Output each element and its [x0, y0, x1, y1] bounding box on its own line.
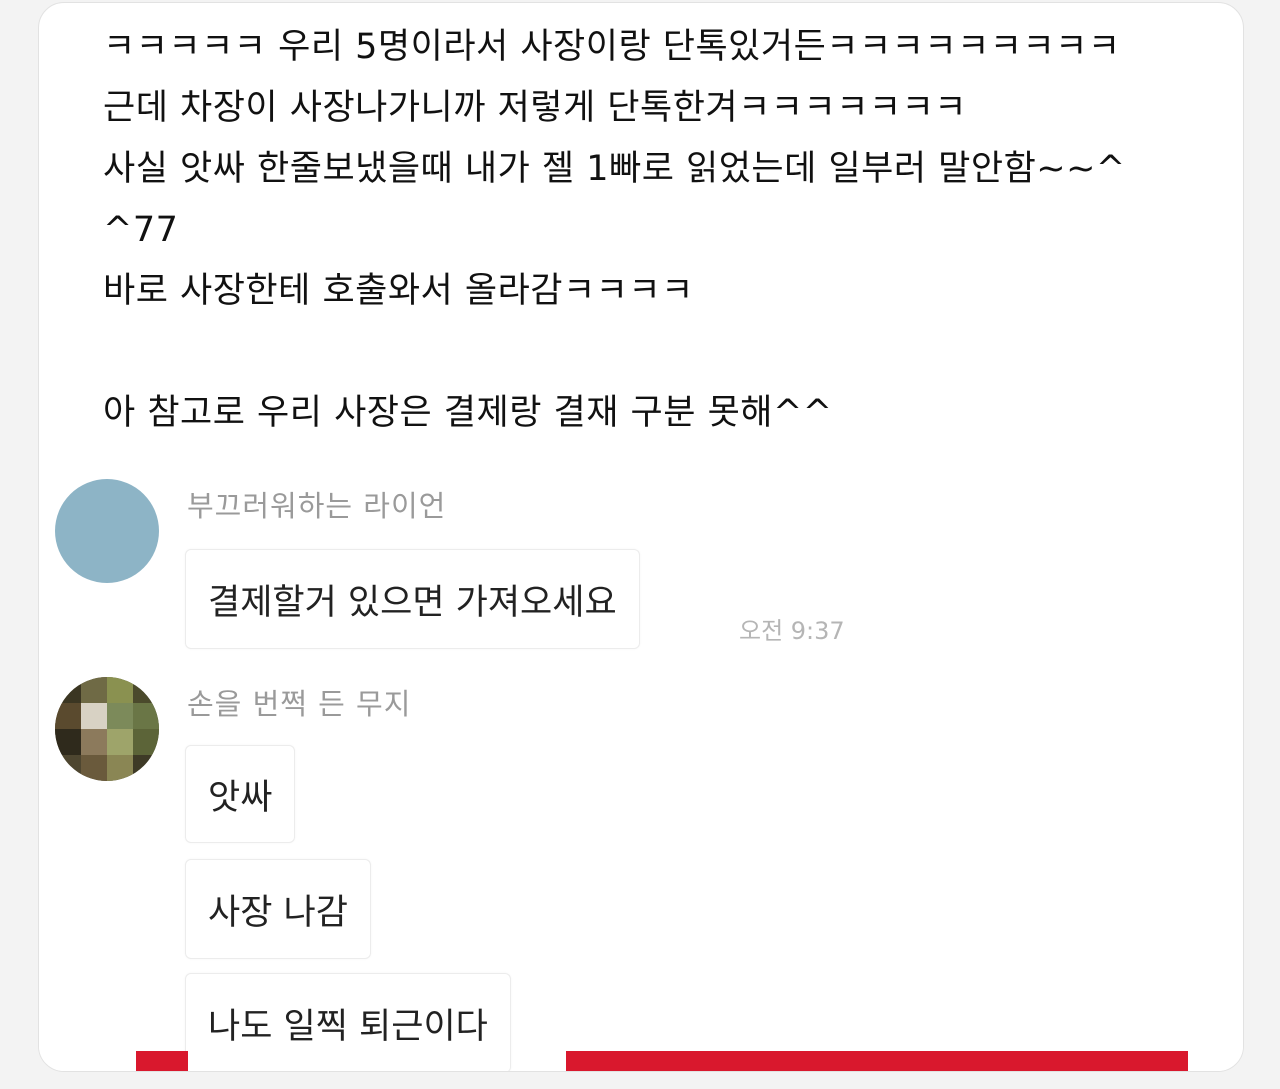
post-line: 바로 사장한테 호출와서 올라감ㅋㅋㅋㅋ: [103, 271, 694, 311]
chat-bubble: 결제할거 있으면 가져오세요: [185, 549, 640, 649]
chat-bubble: 사장 나감: [185, 859, 371, 959]
post-line: 아 참고로 우리 사장은 결제랑 결재 구분 못해^^: [103, 393, 833, 433]
chat-bubble: 앗싸: [185, 745, 296, 843]
post-line: ㅋㅋㅋㅋㅋ 우리 5명이라서 사장이랑 단톡있거든ㅋㅋㅋㅋㅋㅋㅋㅋㅋ: [103, 27, 1121, 67]
chat-bubble-text: 앗싸: [208, 777, 273, 818]
chat-bubble-text: 결제할거 있으면 가져오세요: [208, 582, 617, 623]
chat-bubble: 나도 일찍 퇴근이다: [185, 973, 511, 1071]
avatar: [55, 479, 159, 583]
chat-screenshot: 부끄러워하는 라이언 결제할거 있으면 가져오세요 오전 9:37 손을 번쩍 …: [39, 463, 1243, 1071]
sender-name: 부끄러워하는 라이언: [187, 489, 447, 523]
chat-bubble-text: 사장 나감: [208, 892, 348, 933]
post-line: ^77: [103, 210, 179, 250]
message-timestamp: 오전 9:37: [739, 617, 845, 645]
avatar: [55, 677, 159, 781]
post-body: ㅋㅋㅋㅋㅋ 우리 5명이라서 사장이랑 단톡있거든ㅋㅋㅋㅋㅋㅋㅋㅋㅋ 근데 차장…: [103, 17, 1223, 444]
red-accent-bar: [566, 1051, 1188, 1071]
post-line: 근데 차장이 사장나가니까 저렇게 단톡한겨ㅋㅋㅋㅋㅋㅋㅋ: [103, 88, 968, 128]
chat-bubble-text: 나도 일찍 퇴근이다: [208, 1006, 488, 1047]
sender-name: 손을 번쩍 든 무지: [187, 687, 412, 721]
post-line: 사실 앗싸 한줄보냈을때 내가 젤 1빠로 읽었는데 일부러 말안함~~^: [103, 149, 1126, 189]
red-accent-bar: [136, 1051, 188, 1071]
post-card: ㅋㅋㅋㅋㅋ 우리 5명이라서 사장이랑 단톡있거든ㅋㅋㅋㅋㅋㅋㅋㅋㅋ 근데 차장…: [38, 2, 1244, 1072]
